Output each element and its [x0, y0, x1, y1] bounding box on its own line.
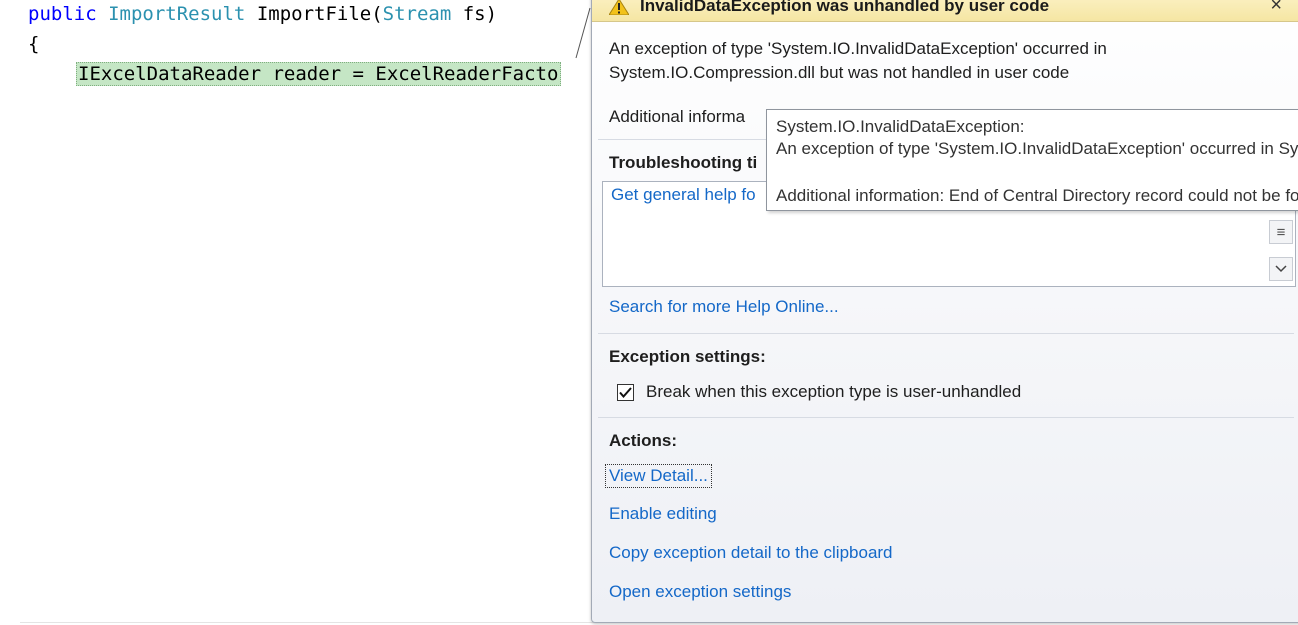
- tooltip-additional-information: Additional information: End of Central D…: [776, 186, 1298, 205]
- actions-title: Actions:: [609, 431, 677, 450]
- exception-assistant-popup: InvalidDataException was unhandled by us…: [591, 0, 1298, 623]
- tooltip-exception-type: System.IO.InvalidDataException:: [776, 117, 1025, 136]
- break-on-exception-checkbox[interactable]: [617, 384, 634, 401]
- troubleshooting-tips-title: Troubleshooting ti: [609, 153, 758, 172]
- break-on-exception-label[interactable]: Break when this exception type is user-u…: [646, 382, 1021, 402]
- view-detail-link[interactable]: View Detail...: [605, 464, 712, 488]
- enable-editing-link[interactable]: Enable editing: [609, 504, 717, 524]
- exception-title-bar: InvalidDataException was unhandled by us…: [592, 0, 1298, 22]
- additional-information-label: Additional informa: [609, 107, 746, 126]
- exception-message-line-1: An exception of type 'System.IO.InvalidD…: [609, 39, 1107, 58]
- tooltip-exception-message: An exception of type 'System.IO.InvalidD…: [776, 139, 1298, 158]
- exception-title: InvalidDataException was unhandled by us…: [640, 0, 1050, 15]
- close-icon[interactable]: ×: [1270, 0, 1282, 17]
- warning-icon: [608, 0, 630, 20]
- editor-bottom-rule: [20, 622, 600, 623]
- exception-tooltip: System.IO.InvalidDataException: An excep…: [766, 109, 1298, 211]
- check-icon: [619, 387, 632, 398]
- open-exception-settings-link[interactable]: Open exception settings: [609, 582, 791, 602]
- callout-connector: [575, 7, 591, 59]
- divider: [598, 333, 1294, 334]
- search-help-online-link[interactable]: Search for more Help Online...: [609, 297, 839, 317]
- exception-message: An exception of type 'System.IO.InvalidD…: [609, 37, 1229, 85]
- copy-exception-detail-link[interactable]: Copy exception detail to the clipboard: [609, 543, 893, 563]
- divider: [598, 417, 1294, 418]
- exception-settings-title: Exception settings:: [609, 347, 766, 366]
- chevron-down-icon[interactable]: [1269, 257, 1293, 281]
- scroll-grip-icon[interactable]: ≡: [1269, 220, 1293, 244]
- general-help-link[interactable]: Get general help fo: [611, 185, 756, 205]
- exception-message-line-2: System.IO.Compression.dll but was not ha…: [609, 63, 1070, 82]
